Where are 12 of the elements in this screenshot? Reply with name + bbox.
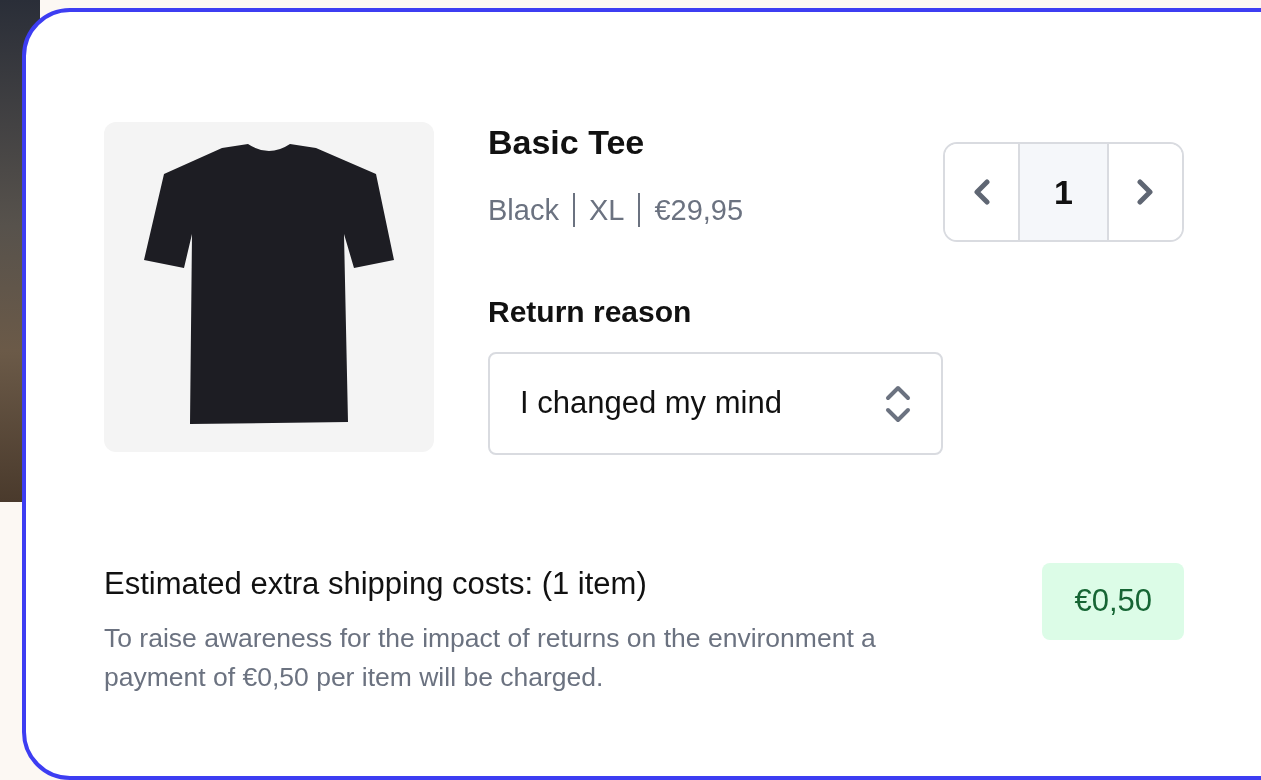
chevron-left-icon bbox=[973, 179, 990, 205]
product-color: Black bbox=[488, 193, 559, 228]
shipping-description: To raise awareness for the impact of returns on the environment a payment of €0,50 per item will be charged. bbox=[104, 622, 877, 694]
field-label: Return reason bbox=[488, 294, 693, 330]
chevron-right-icon bbox=[1137, 179, 1154, 205]
product-size: XL bbox=[588, 193, 625, 228]
quantity-field[interactable]: 1 bbox=[1018, 144, 1109, 240]
shipping-title: Estimated extra shipping costs: (1 item) bbox=[104, 565, 648, 603]
shipping-amount: €0,50 bbox=[1042, 563, 1184, 640]
product-price: €29,95 bbox=[654, 193, 744, 228]
product-name: Basic Tee bbox=[488, 122, 646, 162]
return-reason-select[interactable]: I changed my mind bbox=[488, 352, 943, 455]
